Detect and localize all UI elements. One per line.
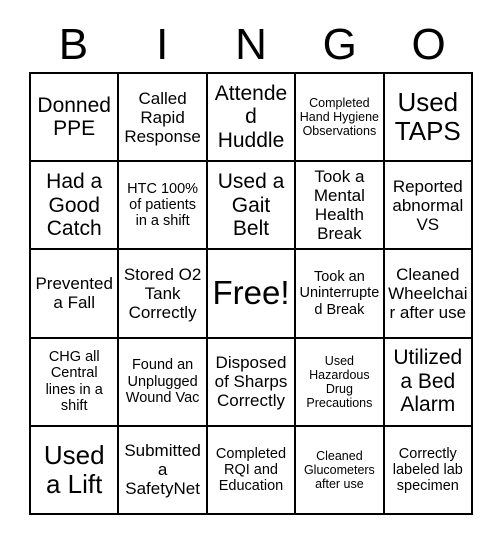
bingo-header-letter-g: G (322, 20, 357, 69)
bingo-cell-o1[interactable]: Used TAPS (384, 74, 473, 163)
bingo-cell-label: Had a Good Catch (46, 170, 103, 241)
bingo-header-letter-o: O (411, 20, 446, 69)
bingo-cell-label: Utilized a Bed Alarm (393, 346, 463, 417)
bingo-cell-label: Submitted a SafetyNet (124, 441, 201, 499)
bingo-cell-label: Used TAPS (394, 86, 461, 147)
bingo-cell-label: Used a Gait Belt (217, 170, 285, 241)
bingo-header-letter-n: N (235, 20, 267, 69)
bingo-cell-o2[interactable]: Reported abnormal VS (384, 162, 473, 251)
bingo-cell-free-space[interactable]: Free! (207, 250, 297, 339)
bingo-cell-o4[interactable]: Utilized a Bed Alarm (384, 338, 473, 427)
bingo-cell-label: Completed Hand Hygiene Observations (299, 96, 379, 139)
bingo-cell-b1[interactable]: Donned PPE (31, 74, 120, 163)
bingo-cell-label: Cleaned Glucometers after use (303, 448, 375, 491)
bingo-cell-b2[interactable]: Had a Good Catch (31, 162, 120, 251)
bingo-cell-n5[interactable]: Completed RQI and Education (207, 426, 297, 515)
bingo-cell-label: Correctly labeled lab specimen (392, 445, 463, 494)
bingo-cell-g2[interactable]: Took a Mental Health Break (296, 162, 385, 251)
bingo-cell-label: HTC 100% of patients in a shift (127, 180, 199, 230)
bingo-cell-label: Took a Mental Health Break (313, 167, 365, 244)
bingo-cell-i2[interactable]: HTC 100% of patients in a shift (119, 162, 208, 251)
bingo-cell-label: Found an Unplugged Wound Vac (125, 357, 200, 406)
bingo-cell-n2[interactable]: Used a Gait Belt (207, 162, 297, 251)
bingo-cell-label: Cleaned Wheelchair after use (388, 264, 468, 322)
bingo-grid: Donned PPE Called Rapid Response Attende… (29, 72, 473, 515)
bingo-cell-b4[interactable]: CHG all Central lines in a shift (31, 338, 120, 427)
bingo-card: B I N G O Donned PPE Called Rapid Respon… (0, 0, 500, 544)
bingo-cell-label: Donned PPE (37, 93, 111, 141)
bingo-cell-i5[interactable]: Submitted a SafetyNet (119, 426, 208, 515)
bingo-cell-n4[interactable]: Disposed of Sharps Correctly (207, 338, 297, 427)
bingo-cell-i1[interactable]: Called Rapid Response (119, 74, 208, 163)
bingo-cell-b3[interactable]: Prevented a Fall (31, 250, 120, 339)
bingo-cell-label: Prevented a Fall (35, 274, 113, 313)
bingo-cell-label: Free! (212, 274, 290, 312)
bingo-cell-label: Took an Uninterrupted Break (299, 269, 380, 318)
bingo-cell-g3[interactable]: Took an Uninterrupted Break (296, 250, 385, 339)
bingo-cell-label: Attended Huddle (214, 81, 288, 152)
bingo-cell-g5[interactable]: Cleaned Glucometers after use (296, 426, 385, 515)
bingo-cell-b5[interactable]: Used a Lift (31, 426, 120, 515)
bingo-cell-label: Called Rapid Response (124, 88, 201, 146)
bingo-cell-label: Used Hazardous Drug Precautions (306, 353, 373, 410)
bingo-cell-label: Reported abnormal VS (392, 176, 464, 234)
bingo-cell-label: Disposed of Sharps Correctly (214, 353, 288, 411)
bingo-cell-label: Stored O2 Tank Correctly (123, 264, 202, 322)
bingo-cell-label: Completed RQI and Education (215, 445, 287, 494)
bingo-header-letter-b: B (58, 20, 89, 69)
bingo-cell-g1[interactable]: Completed Hand Hygiene Observations (296, 74, 385, 163)
bingo-header-letter-i: I (156, 20, 169, 69)
bingo-cell-label: Used a Lift (43, 439, 105, 499)
bingo-cell-o3[interactable]: Cleaned Wheelchair after use (384, 250, 473, 339)
bingo-cell-i4[interactable]: Found an Unplugged Wound Vac (119, 338, 208, 427)
bingo-cell-n1[interactable]: Attended Huddle (207, 74, 297, 163)
bingo-cell-i3[interactable]: Stored O2 Tank Correctly (119, 250, 208, 339)
bingo-cell-g4[interactable]: Used Hazardous Drug Precautions (296, 338, 385, 427)
bingo-header: B I N G O (29, 18, 473, 72)
bingo-cell-o5[interactable]: Correctly labeled lab specimen (384, 426, 473, 515)
bingo-cell-label: CHG all Central lines in a shift (45, 349, 103, 414)
